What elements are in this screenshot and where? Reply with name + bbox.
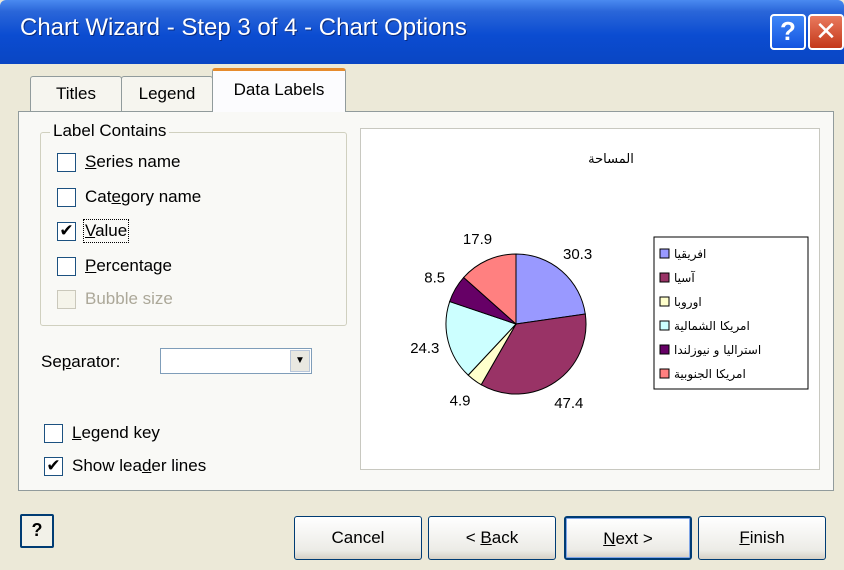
pie-chart: المساحة 30.3 47.4 4.9 24.3 8.5 17.9 افريقيا آسيا… (410, 152, 809, 412)
title-bar: Chart Wizard - Step 3 of 4 - Chart Optio… (0, 0, 844, 64)
data-label: 8.5 (424, 270, 445, 287)
legend-swatch (659, 248, 670, 259)
data-label: 24.3 (410, 340, 439, 357)
data-label: 17.9 (463, 231, 492, 248)
bubble-size-label: Bubble size (85, 289, 173, 308)
legend-entry: آسيا (674, 270, 695, 285)
tab-titles[interactable]: Titles (30, 76, 122, 112)
data-label: 4.9 (450, 393, 471, 410)
next-button[interactable]: Next > (564, 516, 692, 560)
legend-swatch (659, 320, 670, 331)
legend-entry: امريكا الجنوبية (674, 367, 746, 382)
help-title-button[interactable]: ? (770, 14, 806, 50)
series-name-option[interactable]: Series name (57, 150, 180, 174)
value-checkbox[interactable]: ✔ (57, 221, 76, 241)
series-name-label: Series name (85, 152, 181, 171)
back-button[interactable]: < Back (428, 516, 556, 560)
data-label: 30.3 (563, 246, 592, 263)
show-leader-lines-label: Show leader lines (72, 456, 207, 475)
tab-data-labels[interactable]: Data Labels (212, 68, 346, 112)
legend-entry: افريقيا (674, 247, 706, 262)
data-label: 47.4 (554, 395, 583, 412)
chart-preview: المساحة 30.3 47.4 4.9 24.3 8.5 17.9 افريقيا آسيا… (360, 128, 820, 470)
close-button[interactable]: ✕ (808, 14, 844, 50)
legend-key-checkbox[interactable] (44, 423, 63, 443)
legend-swatch (659, 272, 670, 283)
legend-key-label: Legend key (72, 423, 160, 442)
legend-swatch (659, 296, 670, 307)
question-icon: ? (780, 16, 796, 46)
value-option[interactable]: ✔ Value (57, 219, 130, 243)
separator-label: Separator: (41, 352, 121, 371)
pie-slice (515, 253, 586, 325)
percentage-checkbox[interactable] (57, 256, 76, 276)
category-name-label: Category name (85, 187, 202, 206)
show-leader-lines-option[interactable]: ✔ Show leader lines (44, 454, 206, 478)
percentage-option[interactable]: Percentage (57, 254, 172, 278)
check-mark-icon: ✔ (59, 221, 74, 240)
category-name-option[interactable]: Category name (57, 185, 201, 209)
legend-swatch (659, 368, 670, 379)
close-icon: ✕ (815, 16, 837, 46)
help-icon: ? (31, 520, 43, 540)
finish-button[interactable]: Finish (698, 516, 826, 560)
legend-entry: اوروبا (674, 295, 702, 310)
category-name-checkbox[interactable] (57, 187, 76, 207)
separator-dropdown[interactable]: ▼ (160, 348, 312, 374)
chart-title: المساحة (588, 152, 634, 167)
tab-legend[interactable]: Legend (121, 76, 213, 112)
label-contains-title: Label Contains (50, 121, 170, 141)
help-button[interactable]: ? (20, 514, 54, 548)
cancel-button[interactable]: Cancel (294, 516, 422, 560)
legend-entry: استراليا و نيوزلندا (674, 343, 761, 358)
dropdown-arrow-icon[interactable]: ▼ (290, 350, 310, 372)
legend-entry: امريكا الشمالية (674, 319, 750, 334)
legend-key-option[interactable]: Legend key (44, 421, 160, 445)
percentage-label: Percentage (85, 256, 172, 275)
bubble-size-option: Bubble size (57, 287, 173, 311)
window-title: Chart Wizard - Step 3 of 4 - Chart Optio… (20, 14, 467, 41)
value-label: Value (82, 219, 130, 243)
show-leader-lines-checkbox[interactable]: ✔ (44, 456, 63, 476)
check-mark-icon: ✔ (46, 456, 61, 475)
bubble-size-checkbox (57, 289, 76, 309)
legend-swatch (659, 344, 670, 355)
series-name-checkbox[interactable] (57, 152, 76, 172)
